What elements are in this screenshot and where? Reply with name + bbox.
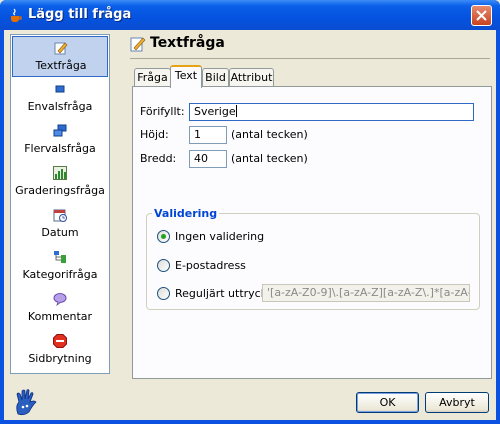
pencil-notepad-icon [130,37,146,52]
sidebar-item-label: Envalsfråga [27,100,93,113]
sidebar-item-sidbrytning[interactable]: Sidbrytning [12,330,108,371]
regex-label[interactable]: Reguljärt uttryck: [175,287,271,300]
sidebar-item-label: Graderingsfråga [15,184,105,197]
close-icon [476,10,487,21]
sidebar-item-datum[interactable]: Datum [12,204,108,245]
width-label: Bredd: [140,152,177,165]
tab-bild[interactable]: Bild [202,68,229,87]
sidebar-item-label: Kategorifråga [22,268,98,281]
height-input[interactable]: 1 [189,126,227,144]
close-button[interactable] [471,5,492,26]
validation-title: Validering [152,207,220,220]
radio-no-validation[interactable] [157,230,170,243]
email-label[interactable]: E-postadress [175,259,246,272]
stop-sign-icon [53,334,67,348]
prefill-input[interactable]: Sverige [189,103,474,121]
panel-title: Textfråga [150,35,225,51]
radio-selected-dot [161,234,166,239]
pencil-notepad-icon [54,42,68,55]
height-label: Höjd: [140,128,169,141]
sidebar-item-label: Datum [41,226,79,239]
prefill-label: Förifyllt: [140,105,185,118]
height-unit: (antal tecken) [231,128,308,141]
sidebar-item-kategorifraga[interactable]: Kategorifråga [12,246,108,287]
width-unit: (antal tecken) [231,152,308,165]
sidebar-item-graderingsfraga[interactable]: Graderingsfråga [12,162,108,203]
prefill-value: Sverige [194,105,236,118]
title-bar[interactable]: Lägg till fråga [0,0,500,30]
text-caret [235,105,237,117]
window-title: Lägg till fråga [28,7,132,22]
hand-logo-icon [16,389,37,416]
tab-attribut[interactable]: Attribut [229,68,274,87]
rating-chart-icon [53,166,67,180]
sidebar-item-label: Flervalsfråga [24,142,96,155]
radio-email[interactable] [157,259,170,272]
no-validation-label[interactable]: Ingen validering [175,230,264,243]
sidebar-item-flervalsfraga[interactable]: Flervalsfråga [12,120,108,161]
width-input[interactable]: 40 [189,150,227,168]
sidebar-item-envalsfraga[interactable]: Envalsfråga [12,78,108,119]
radio-regex[interactable] [157,287,170,300]
sidebar-item-textfraga[interactable]: Textfråga [12,36,108,77]
cancel-button[interactable]: Avbryt [425,392,489,413]
single-choice-icon [55,85,65,93]
tab-text[interactable]: Text [170,65,202,88]
multi-choice-icon [53,124,67,137]
category-tree-icon [54,251,66,263]
speech-bubble-icon [53,293,67,306]
sidebar-item-kommentar[interactable]: Kommentar [12,288,108,329]
tab-fraga[interactable]: Fråga [134,68,171,87]
question-type-list: Textfråga Envalsfråga Flervalsfråga Grad… [10,34,110,374]
header-divider [130,58,490,59]
dialog-content: Textfråga Envalsfråga Flervalsfråga Grad… [4,30,496,420]
dialog-window: Lägg till fråga Textfråga Envalsfråga Fl… [0,0,500,424]
sidebar-item-label: Sidbrytning [28,352,92,365]
sidebar-item-label: Kommentar [27,310,93,323]
ok-button[interactable]: OK [356,392,419,413]
java-cup-icon [11,8,22,22]
calendar-icon [53,209,67,222]
regex-input[interactable]: '[a-zA-Z0-9]\.[a-zA-Z][a-zA-Z\.]*[a-zA- [262,284,470,302]
sidebar-item-label: Textfråga [35,59,87,72]
